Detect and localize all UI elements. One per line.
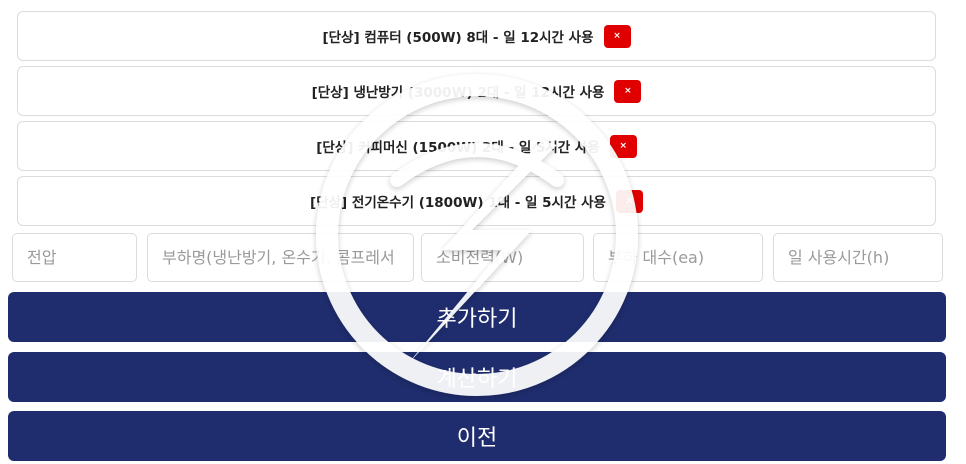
load-item: [단상] 커피머신 (1500W) 2대 - 일 5시간 사용 ×	[17, 121, 936, 171]
calculate-button[interactable]: 계산하기	[8, 352, 946, 402]
load-name-input[interactable]	[147, 233, 414, 282]
load-item-text: [단상] 냉난방기 (3000W) 2대 - 일 12시간 사용	[311, 85, 605, 101]
power-input[interactable]	[421, 233, 584, 282]
load-item-text: [단상] 컴퓨터 (500W) 8대 - 일 12시간 사용	[322, 30, 594, 46]
load-item: [단상] 전기온수기 (1800W) 1대 - 일 5시간 사용 ×	[17, 176, 936, 226]
load-calculator-page: [단상] 컴퓨터 (500W) 8대 - 일 12시간 사용 × [단상] 냉난…	[0, 0, 966, 464]
load-item-text: [단상] 커피머신 (1500W) 2대 - 일 5시간 사용	[316, 140, 600, 156]
remove-load-button[interactable]: ×	[609, 134, 637, 158]
back-button[interactable]: 이전	[8, 411, 946, 461]
load-count-input[interactable]	[593, 233, 763, 282]
add-button[interactable]: 추가하기	[8, 292, 946, 342]
voltage-input[interactable]	[12, 233, 137, 282]
load-item: [단상] 컴퓨터 (500W) 8대 - 일 12시간 사용 ×	[17, 11, 936, 61]
daily-hours-input[interactable]	[773, 233, 943, 282]
load-item: [단상] 냉난방기 (3000W) 2대 - 일 12시간 사용 ×	[17, 66, 936, 116]
remove-load-button[interactable]: ×	[615, 189, 643, 213]
load-item-text: [단상] 전기온수기 (1800W) 1대 - 일 5시간 사용	[310, 195, 606, 211]
remove-load-button[interactable]: ×	[603, 24, 631, 48]
remove-load-button[interactable]: ×	[614, 79, 642, 103]
